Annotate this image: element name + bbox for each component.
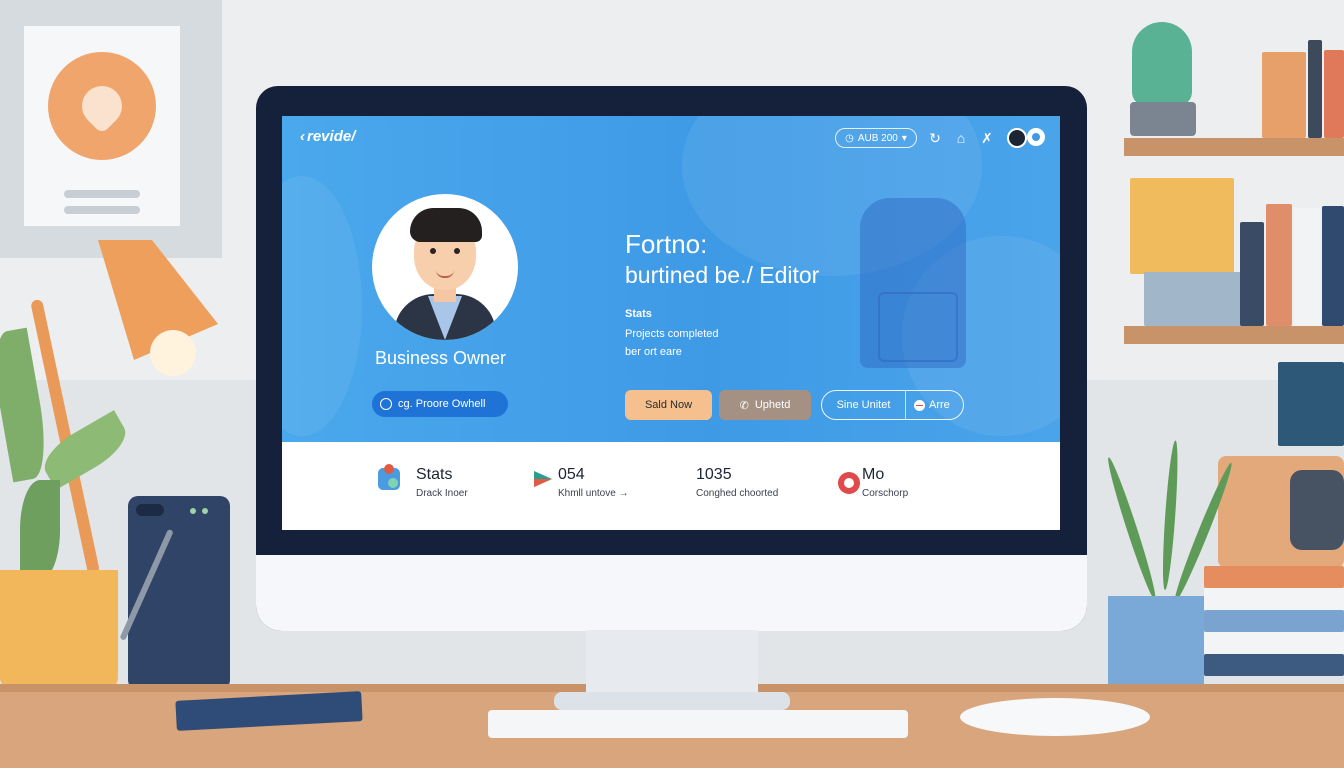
keyboard: [488, 710, 908, 738]
people-icon: [378, 464, 400, 490]
refresh-icon[interactable]: ↻: [925, 128, 945, 148]
screen: ‹ revide/ ◷ AUB 200 ▾ ↻ ⌂ ✗ Business Owne…: [282, 116, 1060, 530]
speaker-cone: [1290, 470, 1344, 550]
home-icon[interactable]: ⌂: [951, 128, 971, 148]
split-button[interactable]: Sine Unitet Arre: [821, 390, 964, 420]
play-icon: [534, 471, 552, 487]
shelf-top: [1124, 138, 1344, 156]
vase: [1132, 22, 1192, 106]
user-avatar[interactable]: [1007, 128, 1027, 148]
shelf-book: [1322, 206, 1344, 326]
split-button-right-label: Arre: [929, 399, 950, 411]
monitor-stand: [586, 630, 758, 696]
record-icon: [838, 472, 860, 494]
desk-lamp-bulb: [150, 330, 196, 376]
hero-stats-line: Projects completed: [625, 328, 719, 340]
monitor-chin: [256, 555, 1087, 631]
shelf-book: [1308, 40, 1322, 138]
stat-value: Stats: [416, 466, 453, 483]
chair-illustration-base: [878, 292, 958, 362]
plant-pot-right: [1108, 596, 1204, 692]
stat-label: Khmll untove →: [558, 488, 629, 499]
profile-avatar: [372, 194, 518, 340]
profile-pill-label: cg. Proore Owhell: [398, 398, 486, 410]
book-stack: [1204, 588, 1344, 610]
brand-logo[interactable]: ‹ revide/: [300, 128, 355, 145]
shelf-middle: [1124, 326, 1344, 344]
upload-button[interactable]: ✆ Uphetd: [719, 390, 811, 420]
wall-poster: [0, 0, 222, 258]
stats-bar: Stats Drack Inoer 054 Khmll untove → 103…: [282, 442, 1060, 530]
plant-pot-left: [0, 570, 118, 688]
book-stack: [1204, 566, 1344, 588]
shelf-book: [1294, 208, 1320, 326]
hero-stats-line: ber ort eare: [625, 346, 682, 358]
monitor-stand-base: [554, 692, 790, 710]
vase-base: [1130, 102, 1196, 136]
stat-value: Mo: [862, 466, 885, 483]
stat-label: Conghed choorted: [696, 488, 779, 499]
hero-stats-title: Stats: [625, 308, 652, 320]
split-button-left[interactable]: Sine Unitet: [822, 391, 906, 419]
shelf-camera: [1278, 362, 1344, 446]
phone-icon: ✆: [739, 399, 749, 412]
stat-value: 1035: [696, 466, 732, 483]
mouse: [960, 698, 1150, 736]
plant-leaf: [20, 480, 60, 580]
shelf-book: [1266, 204, 1292, 326]
brand-name: revide/: [307, 128, 356, 145]
stat-label: Corschorp: [862, 488, 909, 499]
app-logo-icon[interactable]: [1027, 128, 1045, 146]
circle-icon: [380, 398, 392, 410]
book-stack: [1204, 654, 1344, 676]
shelf-box: [1130, 178, 1234, 274]
hero-headline: Fortno:: [625, 229, 708, 259]
minus-circle-icon: [914, 399, 925, 411]
stat-label: Drack Inoer: [416, 488, 468, 499]
language-label: AUB 200: [857, 132, 898, 144]
tools-icon[interactable]: ✗: [977, 128, 997, 148]
shelf-book: [1240, 222, 1264, 326]
hero-subheadline: burtined be./ Editor: [625, 262, 820, 288]
book-stack: [1204, 632, 1344, 654]
back-arrow-icon: ‹: [300, 128, 305, 145]
chevron-down-icon: ▾: [901, 132, 907, 144]
stat-value: 054: [558, 466, 585, 483]
split-button-right[interactable]: Arre: [906, 399, 950, 411]
upload-button-label: Uphetd: [754, 399, 791, 411]
shelf-box: [1144, 272, 1248, 326]
hero-section: ‹ revide/ ◷ AUB 200 ▾ ↻ ⌂ ✗ Business Owne…: [282, 116, 1060, 442]
language-selector[interactable]: ◷ AUB 200 ▾: [835, 128, 917, 148]
send-button[interactable]: Sald Now: [625, 390, 712, 420]
shelf-book: [1262, 52, 1306, 138]
profile-search-pill[interactable]: cg. Proore Owhell: [372, 391, 508, 417]
shelf-book: [1324, 50, 1344, 138]
globe-icon: ◷: [845, 132, 854, 144]
book-stack: [1204, 610, 1344, 632]
profile-role: Business Owner: [375, 348, 507, 368]
